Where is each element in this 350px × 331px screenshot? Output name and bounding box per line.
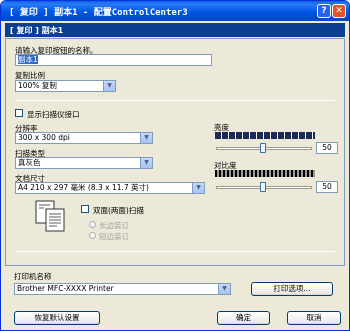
chevron-down-icon[interactable]: ▼: [140, 158, 152, 168]
show-scanner-interface-checkbox[interactable]: [15, 109, 23, 117]
divider: [15, 251, 335, 252]
duplex-checkbox[interactable]: [81, 205, 89, 213]
contrast-slider-thumb[interactable]: [260, 182, 266, 192]
long-edge-label: 长边装订: [99, 221, 129, 230]
dialog-window: [ 复印 ] 副本1 - 配置ControlCenter3 ? ✕ [ 复印 ]…: [0, 0, 350, 331]
contrast-gradient: [215, 170, 315, 177]
show-scanner-interface-label: 显示扫描仪接口: [27, 110, 80, 119]
duplex-document-icon: [34, 199, 68, 233]
document-size-select[interactable]: A4 210 x 297 毫米 (8.3 x 11.7 英寸) ▼: [15, 182, 205, 194]
page-header: [ 复印 ] 副本1: [5, 23, 345, 37]
printer-select[interactable]: Brother MFC-XXXX Printer ▼: [14, 283, 231, 295]
copy-ratio-value: 100% 复制: [18, 81, 57, 90]
contrast-value[interactable]: 50: [316, 181, 338, 193]
header-text: [ 复印 ] 副本1: [10, 26, 64, 35]
copy-name-value: 副本1: [18, 55, 38, 64]
ok-button[interactable]: 确定: [217, 311, 270, 325]
copy-name-input[interactable]: 副本1: [15, 54, 212, 66]
chevron-down-icon[interactable]: ▼: [140, 133, 152, 143]
document-size-value: A4 210 x 297 毫米 (8.3 x 11.7 英寸): [18, 183, 149, 192]
title-bar[interactable]: [ 复印 ] 副本1 - 配置ControlCenter3 ? ✕: [1, 1, 349, 21]
cancel-button[interactable]: 取消: [287, 311, 341, 325]
chevron-down-icon[interactable]: ▼: [218, 284, 230, 294]
duplex-label: 双面(两面)扫描: [93, 206, 144, 215]
window-title: [ 复印 ] 副本1 - 配置ControlCenter3: [9, 8, 188, 18]
brightness-value[interactable]: 50: [316, 142, 338, 154]
short-edge-label: 短边装订: [99, 232, 129, 241]
chevron-down-icon[interactable]: ▼: [103, 81, 115, 91]
short-edge-radio[interactable]: [89, 232, 96, 239]
long-edge-radio[interactable]: [89, 221, 96, 228]
scan-type-select[interactable]: 真灰色 ▼: [15, 157, 153, 169]
scan-type-value: 真灰色: [18, 158, 41, 167]
settings-panel: 请输入复印按钮的名称。 副本1 复制比例 100% 复制 ▼ 显示扫描仪接口 分…: [5, 38, 345, 266]
brightness-gradient: [215, 132, 315, 139]
print-options-button[interactable]: 打印选项...: [251, 282, 333, 296]
resolution-value: 300 x 300 dpi: [18, 133, 70, 142]
brightness-slider-thumb[interactable]: [260, 143, 266, 153]
copy-ratio-select[interactable]: 100% 复制 ▼: [15, 80, 116, 92]
printer-name-label: 打印机名称: [14, 272, 52, 281]
help-button[interactable]: ?: [317, 4, 331, 18]
divider: [15, 100, 335, 101]
close-button[interactable]: ✕: [332, 4, 346, 18]
resolution-select[interactable]: 300 x 300 dpi ▼: [15, 132, 153, 144]
restore-defaults-button[interactable]: 恢复默认设置: [14, 311, 100, 325]
chevron-down-icon[interactable]: ▼: [192, 183, 204, 193]
printer-value: Brother MFC-XXXX Printer: [17, 284, 114, 293]
